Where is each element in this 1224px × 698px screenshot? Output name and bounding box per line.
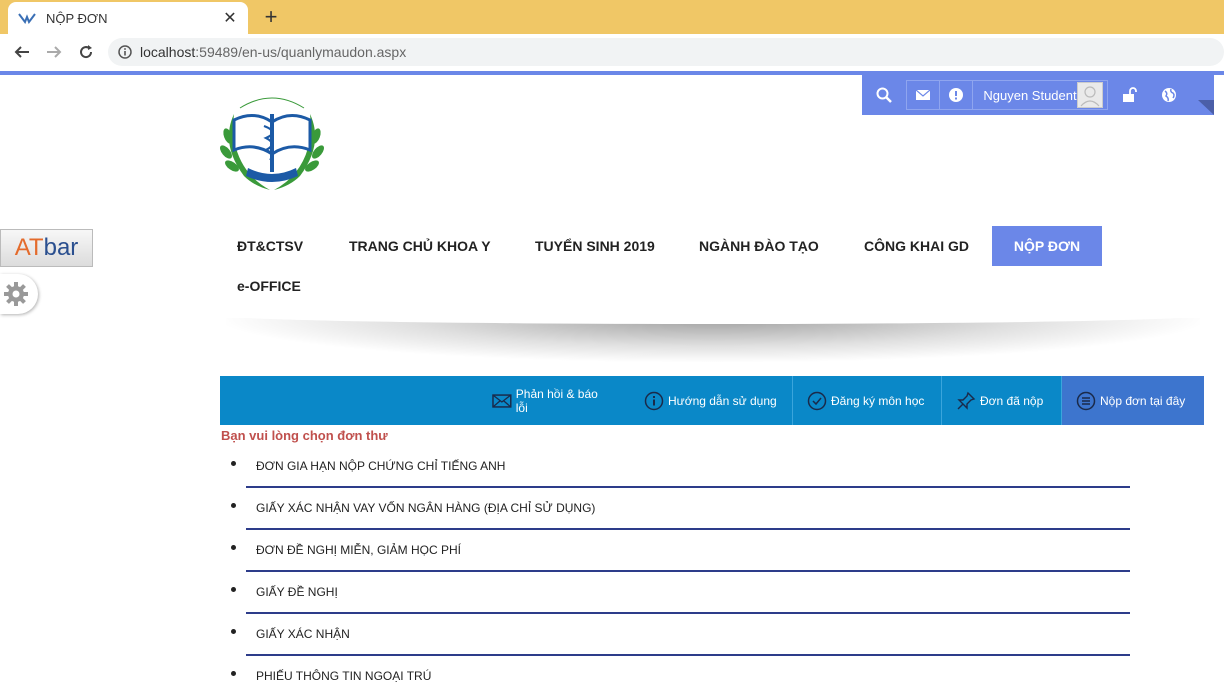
- nav-shadow: [226, 318, 1200, 362]
- nav-item-nganh-dao-tao[interactable]: NGÀNH ĐÀO TẠO: [682, 226, 836, 266]
- browser-tabstrip: NỘP ĐƠN ✕ +: [0, 0, 1224, 34]
- action-submitted-forms-label: Đơn đã nộp: [980, 393, 1044, 408]
- form-link[interactable]: PHIẾU THÔNG TIN NGOẠI TRÚ: [256, 669, 431, 683]
- arrow-right-icon: [47, 46, 62, 58]
- unlock-icon: [1123, 87, 1137, 102]
- new-tab-button[interactable]: +: [258, 4, 284, 30]
- forward-button[interactable]: [42, 40, 66, 64]
- bullet-icon: [231, 629, 236, 634]
- list-item[interactable]: ĐƠN ĐỀ NGHỊ MIỄN, GIẢM HỌC PHÍ: [231, 530, 1130, 572]
- list-item[interactable]: GIẤY XÁC NHẬN VAY VỐN NGÂN HÀNG (ĐỊA CHỈ…: [231, 488, 1130, 530]
- user-toolbar: Nguyen Student: [862, 75, 1214, 115]
- atbar-bar: bar: [43, 234, 79, 261]
- site-favicon-icon: [18, 13, 36, 24]
- bullet-icon: [231, 503, 236, 508]
- action-feedback[interactable]: Phản hồi & báo lỗi: [478, 376, 612, 425]
- list-item[interactable]: PHIẾU THÔNG TIN NGOẠI TRÚ: [231, 656, 1130, 698]
- form-select-prompt: Bạn vui lòng chọn đơn thư: [221, 428, 388, 443]
- gear-icon: [4, 282, 28, 306]
- action-submitted-forms[interactable]: Đơn đã nộp: [941, 376, 1061, 425]
- action-submit-here[interactable]: Nộp đơn tại đây: [1061, 376, 1204, 425]
- alert-icon: [949, 88, 963, 102]
- action-register-course[interactable]: Đăng ký môn học: [792, 376, 941, 425]
- avatar: [1076, 82, 1103, 108]
- back-button[interactable]: [10, 40, 34, 64]
- bullet-icon: [231, 587, 236, 592]
- tab-close-icon[interactable]: ✕: [222, 8, 238, 28]
- bullet-icon: [231, 671, 236, 676]
- atbar-at: AT: [14, 234, 44, 261]
- pin-icon: [957, 391, 976, 410]
- url-text: localhost:59489/en-us/quanlymaudon.aspx: [140, 44, 406, 60]
- bullet-icon: [231, 461, 236, 466]
- check-circle-icon: [807, 391, 827, 410]
- envelope-icon: [492, 393, 512, 408]
- action-guide-label: Hướng dẫn sử dụng: [668, 393, 777, 408]
- logout-button[interactable]: [1108, 80, 1150, 110]
- reload-icon: [80, 45, 93, 59]
- action-register-course-label: Đăng ký môn học: [831, 393, 925, 408]
- nav-item-nop-don[interactable]: NỘP ĐƠN: [992, 226, 1102, 266]
- globe-icon: [1162, 88, 1176, 102]
- user-profile[interactable]: Nguyen Student: [972, 80, 1108, 110]
- form-link[interactable]: GIẤY XÁC NHẬN: [256, 627, 350, 641]
- avatar-placeholder-icon: [1080, 86, 1100, 107]
- atbar-button[interactable]: AT bar: [0, 229, 93, 267]
- nav-item-cong-khai-gd[interactable]: CÔNG KHAI GD: [847, 226, 986, 266]
- userbar-fold: [1198, 100, 1214, 115]
- messages-button[interactable]: [906, 80, 940, 110]
- list-item[interactable]: ĐƠN GIA HẠN NỘP CHỨNG CHỈ TIẾNG ANH: [231, 446, 1130, 488]
- list-item[interactable]: GIẤY ĐỀ NGHỊ: [231, 572, 1130, 614]
- username-label: Nguyen Student: [983, 87, 1077, 103]
- browser-toolbar: localhost:59489/en-us/quanlymaudon.aspx: [0, 34, 1224, 71]
- tab-title: NỘP ĐƠN: [46, 10, 108, 26]
- address-bar[interactable]: localhost:59489/en-us/quanlymaudon.aspx: [108, 38, 1224, 66]
- info-icon: [644, 391, 664, 410]
- info-circle-icon: [118, 45, 132, 59]
- form-link[interactable]: GIẤY ĐỀ NGHỊ: [256, 585, 338, 599]
- action-guide[interactable]: Hướng dẫn sử dụng: [630, 376, 792, 425]
- action-bar: Phản hồi & báo lỗi Hướng dẫn sử dụng Đăn…: [220, 376, 1204, 425]
- url-path: :59489/en-us/quanlymaudon.aspx: [195, 44, 407, 60]
- language-button[interactable]: [1150, 80, 1188, 110]
- faculty-logo-icon[interactable]: [214, 84, 330, 196]
- search-icon: [876, 87, 892, 103]
- action-feedback-label: Phản hồi & báo lỗi: [515, 386, 598, 415]
- search-button[interactable]: [862, 80, 906, 110]
- form-link[interactable]: ĐƠN ĐỀ NGHỊ MIỄN, GIẢM HỌC PHÍ: [256, 543, 461, 557]
- list-item[interactable]: GIẤY XÁC NHẬN: [231, 614, 1130, 656]
- browser-tab[interactable]: NỘP ĐƠN ✕: [8, 2, 248, 34]
- nav-item-tuyen-sinh[interactable]: TUYỂN SINH 2019: [518, 226, 672, 266]
- action-submit-here-label: Nộp đơn tại đây: [1100, 393, 1186, 408]
- bullet-icon: [231, 545, 236, 550]
- notifications-button[interactable]: [939, 80, 973, 110]
- nav-item-e-office[interactable]: e-OFFICE: [220, 266, 318, 306]
- form-link[interactable]: GIẤY XÁC NHẬN VAY VỐN NGÂN HÀNG (ĐỊA CHỈ…: [256, 501, 595, 515]
- mail-icon: [916, 90, 930, 100]
- nav-item-trang-chu-khoa-y[interactable]: TRANG CHỦ KHOA Y: [332, 226, 508, 266]
- form-list: ĐƠN GIA HẠN NỘP CHỨNG CHỈ TIẾNG ANH GIẤY…: [226, 446, 1130, 698]
- url-host: localhost: [140, 44, 196, 60]
- nav-shadow-cover: [220, 306, 1206, 324]
- settings-tab[interactable]: [0, 274, 38, 314]
- list-icon: [1076, 391, 1096, 410]
- nav-item-dtctsv[interactable]: ĐT&CTSV: [220, 226, 320, 266]
- arrow-left-icon: [14, 46, 29, 58]
- reload-button[interactable]: [74, 40, 98, 64]
- form-link[interactable]: ĐƠN GIA HẠN NỘP CHỨNG CHỈ TIẾNG ANH: [256, 459, 505, 473]
